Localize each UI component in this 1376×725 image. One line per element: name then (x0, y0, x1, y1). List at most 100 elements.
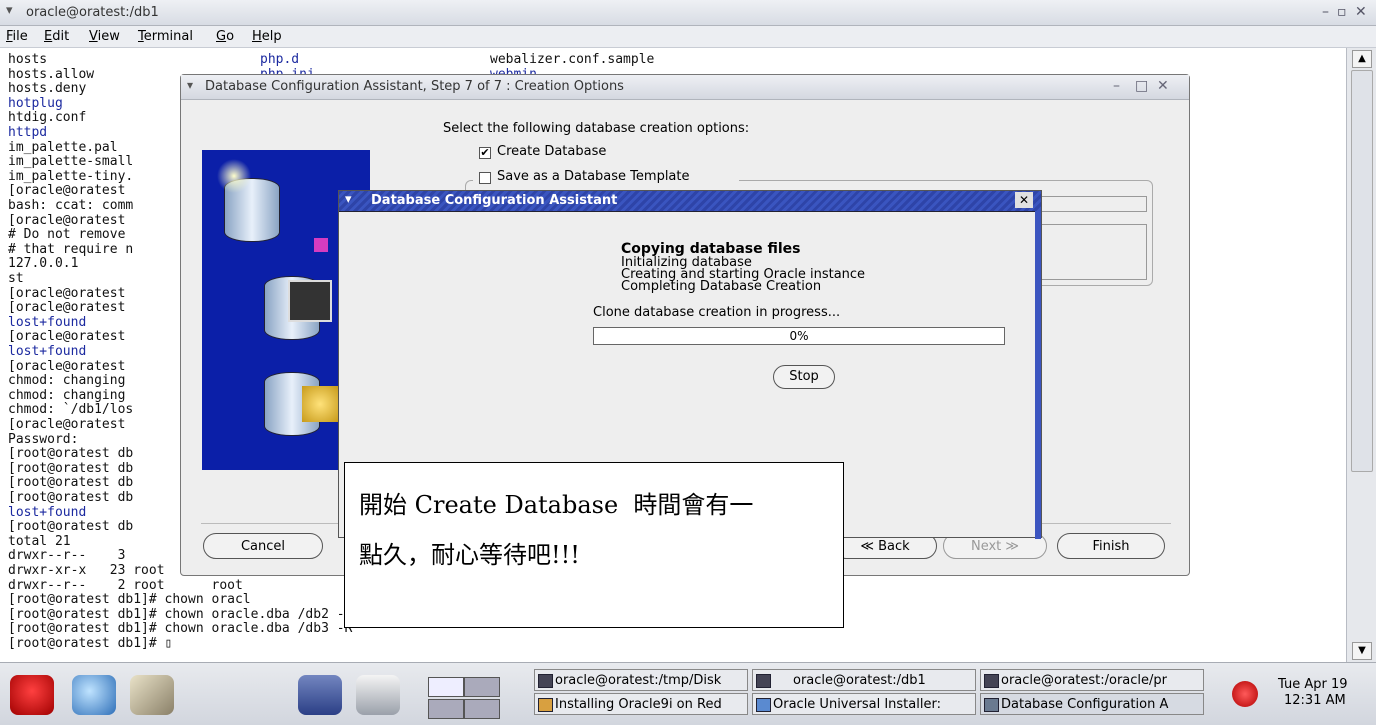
window-menu-icon[interactable]: ▾ (6, 3, 13, 18)
minimize-icon[interactable]: – (1322, 4, 1329, 20)
workspace-3[interactable] (428, 699, 464, 719)
pink-marker-icon (314, 238, 328, 252)
menu-file[interactable]: File (6, 29, 28, 44)
terminal-line: st (8, 271, 24, 286)
terminal-line: [oracle@oratest (8, 285, 126, 301)
close-icon[interactable]: ✕ (1355, 4, 1367, 20)
terminal-line: [root@oratest db1]# chown oracle.dba /db… (8, 621, 353, 637)
task-button[interactable]: oracle@oratest:/tmp/Disk (534, 669, 748, 691)
window-menu-icon[interactable]: ▾ (187, 78, 193, 92)
finish-button[interactable]: Finish (1057, 533, 1165, 559)
task-button[interactable]: Oracle Universal Installer: (752, 693, 976, 715)
workspace-2[interactable] (464, 677, 500, 697)
terminal-line: [oracle@oratest (8, 300, 126, 316)
stop-button[interactable]: Stop (773, 365, 835, 389)
workspace-1[interactable] (428, 677, 464, 697)
maximize-icon[interactable]: □ (1135, 78, 1148, 94)
terminal-line: bash: ccat: comm (8, 198, 134, 213)
terminal-line: # that require n (8, 241, 134, 257)
terminal-line: chmod: changing (8, 387, 126, 403)
scroll-up-icon[interactable]: ▲ (1352, 50, 1372, 68)
back-button-label: Back (878, 539, 910, 554)
terminal-line: chmod: changing (8, 373, 126, 389)
maximize-icon[interactable]: ▫ (1337, 4, 1347, 20)
save-template-label: Save as a Database Template (497, 169, 690, 184)
terminal-entry: php.d (260, 52, 300, 67)
close-icon[interactable]: ✕ (1015, 192, 1033, 208)
progress-bar: 0% (593, 327, 1005, 345)
menu-view[interactable]: View (89, 29, 120, 44)
taskbar: oracle@oratest:/tmp/Disk oracle@oratest:… (0, 662, 1376, 725)
browser-icon[interactable] (72, 675, 116, 715)
progress-title: Database Configuration Assistant (371, 193, 618, 208)
terminal-line: [oracle@oratest (8, 329, 126, 345)
next-button-label: Next (970, 539, 1002, 554)
mail-icon[interactable] (130, 675, 174, 715)
dbca-title: Database Configuration Assistant, Step 7… (205, 79, 624, 94)
terminal-line: hosts.allow (8, 66, 95, 82)
task-button[interactable]: oracle@oratest:/db1 (752, 669, 976, 691)
workspace-4[interactable] (464, 699, 500, 719)
cancel-button[interactable]: Cancel (203, 533, 323, 559)
terminal-line: Password: (8, 431, 79, 447)
terminal-icon (756, 674, 771, 688)
terminal-line: # Do not remove (8, 227, 126, 243)
terminal-line: im_palette-tiny. (8, 168, 134, 184)
redhat-menu-icon[interactable] (10, 675, 54, 715)
annotation-line: 開始 Create Database 時間會有一 (359, 491, 754, 519)
terminal-icon (984, 674, 999, 688)
terminal-line: drwxr--r-- 3 (8, 548, 126, 564)
terminal-line: [root@oratest db (8, 475, 134, 491)
next-arrow-icon: ≫ (1005, 539, 1020, 554)
terminal-line: [oracle@oratest (8, 358, 126, 374)
menu-help[interactable]: Help (252, 29, 282, 44)
clock-time[interactable]: 12:31 AM (1284, 693, 1346, 708)
task-button[interactable]: Installing Oracle9i on Red (534, 693, 748, 715)
close-icon[interactable]: ✕ (1157, 78, 1169, 94)
scroll-down-icon[interactable]: ▼ (1352, 642, 1372, 660)
create-database-checkbox[interactable]: ✔ (479, 147, 491, 159)
terminal-line: lost+found (8, 314, 87, 330)
minimize-icon[interactable]: – (1113, 78, 1120, 94)
scroll-thumb[interactable] (1351, 70, 1373, 472)
terminal-line: htdig.conf (8, 110, 87, 126)
terminal-line: [root@oratest db1]# chown oracl (8, 592, 251, 608)
terminal-scrollbar[interactable]: ▲ ▼ (1346, 48, 1376, 662)
menu-go[interactable]: Go (216, 29, 234, 44)
menu-terminal[interactable]: Terminal (138, 29, 193, 44)
terminal-line: lost+found (8, 504, 87, 520)
terminal-launcher-icon[interactable] (298, 675, 342, 715)
terminal-line: [oracle@oratest (8, 183, 126, 199)
progress-titlebar: ▾ Database Configuration Assistant ✕ (339, 191, 1041, 212)
terminal-line: 127.0.0.1 (8, 256, 79, 272)
terminal-line: total 21 (8, 533, 71, 549)
sparkle-icon (214, 156, 254, 196)
terminal-title: oracle@oratest:/db1 (26, 5, 159, 20)
task-button[interactable]: Database Configuration A (980, 693, 1204, 715)
window-menu-icon[interactable]: ▾ (345, 192, 352, 207)
task-button[interactable]: oracle@oratest:/oracle/pr (980, 669, 1204, 691)
terminal-line: [root@oratest db1]# ▯ (8, 636, 173, 651)
annotation-callout: 開始 Create Database 時間會有一 點久，耐心等待吧!!! (344, 462, 844, 628)
terminal-line: im_palette.pal (8, 139, 118, 155)
terminal-line: drwxr--r-- 2 root root (8, 577, 243, 593)
gear-icon (302, 386, 338, 422)
menu-edit[interactable]: Edit (44, 29, 69, 44)
step-item: Completing Database Creation (621, 279, 822, 294)
terminal-line: [oracle@oratest (8, 212, 126, 228)
clock-date[interactable]: Tue Apr 19 (1278, 677, 1348, 692)
dialog-edge (1035, 211, 1041, 539)
save-template-checkbox[interactable] (479, 172, 491, 184)
terminal-line: chmod: `/db1/los (8, 402, 134, 418)
floppy-disk-icon (288, 280, 332, 322)
terminal-entry: webalizer.conf.sample (490, 52, 655, 67)
printer-icon[interactable] (356, 675, 400, 715)
alert-icon[interactable] (1232, 681, 1258, 707)
options-heading: Select the following database creation o… (443, 121, 750, 136)
dbca-titlebar: ▾ Database Configuration Assistant, Step… (181, 75, 1189, 100)
terminal-line: hosts.deny (8, 81, 87, 97)
dbca-icon (984, 698, 999, 712)
terminal-line: [root@oratest db (8, 460, 134, 476)
terminal-line: im_palette-small (8, 154, 134, 170)
terminal-menubar: File Edit View Terminal Go Help (0, 26, 1376, 48)
